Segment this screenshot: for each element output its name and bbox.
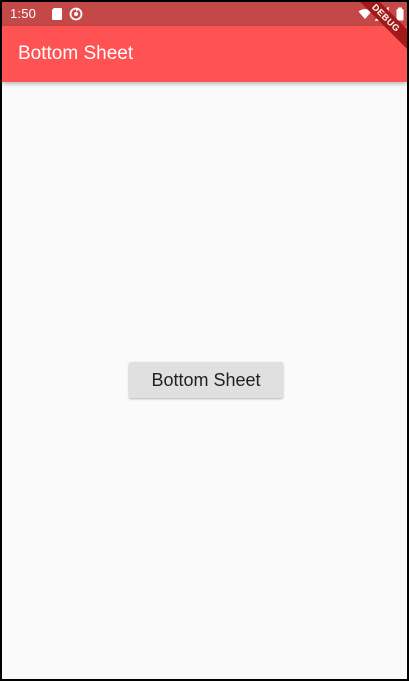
sd-card-icon: [52, 8, 62, 20]
app-screen: 1:50 Bottom Sheet Bottom Sheet DEBUG: [2, 2, 407, 679]
bottom-sheet-button[interactable]: Bottom Sheet: [129, 362, 283, 398]
status-bar: 1:50: [2, 2, 407, 26]
status-time: 1:50: [10, 6, 37, 21]
content-area: Bottom Sheet: [2, 82, 407, 679]
app-bar: Bottom Sheet: [2, 26, 407, 82]
page-title: Bottom Sheet: [18, 43, 134, 64]
sync-icon: [69, 7, 83, 21]
